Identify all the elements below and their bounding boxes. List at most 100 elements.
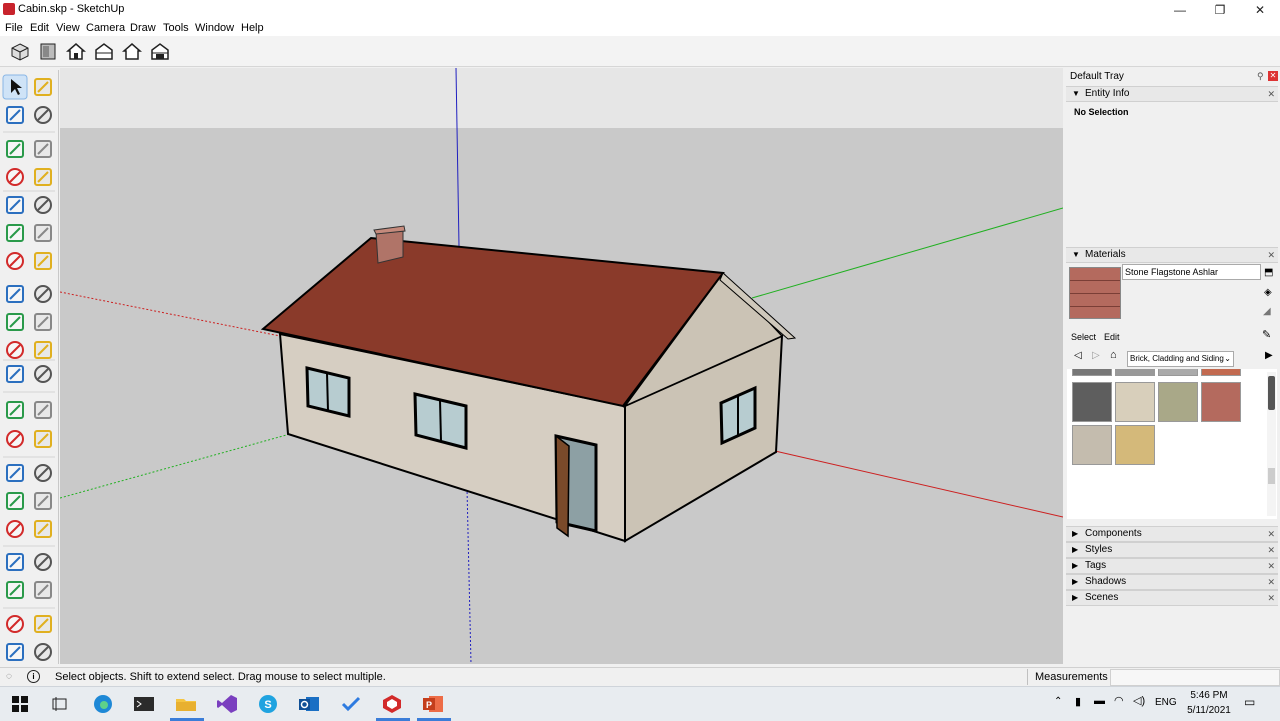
eyedropper-icon[interactable]: ✎ [1262,328,1271,341]
orbit-icon[interactable] [6,464,24,482]
menu-camera[interactable]: Camera [86,22,125,34]
swatch-scrollbar[interactable] [1267,372,1276,516]
chevron-up-icon[interactable]: ⌃ [1054,696,1062,707]
extension-manager-icon[interactable] [34,643,52,661]
task-view-icon[interactable] [49,694,71,714]
visual-studio-icon[interactable] [216,694,238,714]
extension-warehouse-icon[interactable] [34,615,52,633]
push-pull-icon[interactable] [34,285,52,303]
skype-icon[interactable]: S [257,694,279,714]
material-swatch[interactable] [1158,369,1198,376]
offset-icon[interactable] [34,341,52,359]
tab-edit[interactable]: Edit [1104,332,1120,342]
menu-draw[interactable]: Draw [130,22,156,34]
tape-measure-icon[interactable] [6,365,24,383]
move-icon[interactable] [6,285,24,303]
left-view-icon[interactable] [149,41,171,61]
details-arrow-icon[interactable]: ◢ [1263,306,1271,317]
details-icon[interactable]: ▶ [1265,350,1273,361]
zoom-icon[interactable] [6,492,24,510]
dimension-icon[interactable] [34,365,52,383]
outlook-icon[interactable] [298,694,320,714]
volume-icon[interactable]: ◁) [1133,694,1145,707]
circle-icon[interactable] [6,196,24,214]
modeling-viewport[interactable] [60,68,1063,664]
iso-view-icon[interactable] [9,41,31,61]
material-swatch[interactable] [1072,369,1112,376]
todo-icon[interactable] [340,694,362,714]
select-icon[interactable] [2,74,28,100]
menu-file[interactable]: File [5,22,23,34]
entity-info-header[interactable]: ▼ Entity Info ✕ [1066,86,1278,102]
clock-date[interactable]: 5/11/2021 [1184,705,1234,716]
material-name-field[interactable]: Stone Flagstone Ashlar [1122,264,1261,280]
scenes-header[interactable]: ▶ Scenes ✕ [1066,590,1278,606]
menu-help[interactable]: Help [241,22,264,34]
geo-location-icon[interactable]: ◌ [6,671,12,682]
look-around-icon[interactable] [34,553,52,571]
language-indicator[interactable]: ENG [1155,697,1177,708]
create-material-icon[interactable]: ⬒ [1264,267,1273,278]
panel-close-icon[interactable]: ✕ [1267,575,1275,589]
line-icon[interactable] [6,140,24,158]
material-swatch[interactable] [1072,382,1112,422]
clock-time[interactable]: 5:46 PM [1186,690,1232,701]
measurements-input[interactable] [1110,669,1280,686]
material-swatch[interactable] [1158,382,1198,422]
styles-header[interactable]: ▶ Styles ✕ [1066,542,1278,558]
edge-icon[interactable] [92,694,114,714]
panel-close-icon[interactable]: ✕ [1267,543,1275,557]
material-swatch[interactable] [1072,425,1112,465]
protractor-icon[interactable] [6,401,24,419]
rotate-icon[interactable] [6,313,24,331]
freehand-icon[interactable] [34,140,52,158]
text-icon[interactable] [34,401,52,419]
make-component-icon[interactable] [34,78,52,96]
walk-icon[interactable] [6,581,24,599]
panel-close-icon[interactable]: ✕ [1267,248,1275,262]
material-swatch[interactable] [1115,425,1155,465]
pan-icon[interactable] [34,464,52,482]
wifi-icon[interactable]: ◠ [1114,694,1124,707]
polygon-icon[interactable] [34,196,52,214]
follow-me-icon[interactable] [34,313,52,331]
info-icon[interactable]: i [27,670,40,683]
material-swatch[interactable] [1201,382,1241,422]
menu-tools[interactable]: Tools [163,22,189,34]
panel-close-icon[interactable]: ✕ [1267,87,1275,101]
minimize-icon[interactable]: — [1160,0,1200,20]
previous-view-icon[interactable] [34,520,52,538]
microphone-icon[interactable]: ▮ [1075,695,1081,708]
3d-warehouse-icon[interactable] [6,615,24,633]
back-view-icon[interactable] [121,41,143,61]
scrollbar-thumb[interactable] [1268,376,1275,410]
section-plane-icon[interactable] [34,581,52,599]
zoom-window-icon[interactable] [34,492,52,510]
menu-window[interactable]: Window [195,22,234,34]
paint-bucket-icon[interactable] [6,106,24,124]
top-view-icon[interactable] [37,41,59,61]
tab-select[interactable]: Select [1071,332,1096,342]
scale-icon[interactable] [6,341,24,359]
file-explorer-icon[interactable] [175,694,197,714]
zoom-extents-icon[interactable] [6,520,24,538]
tags-header[interactable]: ▶ Tags ✕ [1066,558,1278,574]
sketchup-icon[interactable] [381,694,403,714]
windows-start-icon[interactable] [12,696,28,712]
forward-arrow-icon[interactable]: ▷ [1092,350,1100,361]
notifications-icon[interactable]: ▭ [1244,695,1255,709]
tray-close-icon[interactable]: ✕ [1268,71,1278,81]
pin-icon[interactable]: ⚲ [1257,71,1264,82]
material-swatch[interactable] [1115,369,1155,376]
two-point-arc-icon[interactable] [34,224,52,242]
panel-close-icon[interactable]: ✕ [1267,527,1275,541]
sample-paint-icon[interactable]: ◈ [1264,287,1272,298]
rotated-rectangle-icon[interactable] [34,168,52,186]
restore-icon[interactable]: ❐ [1200,0,1240,20]
rectangle-icon[interactable] [6,168,24,186]
collection-dropdown[interactable]: Brick, Cladding and Siding ⌄ [1127,351,1234,367]
menu-edit[interactable]: Edit [30,22,49,34]
axes-icon[interactable] [6,430,24,448]
close-icon[interactable]: ✕ [1240,0,1280,20]
battery-icon[interactable]: ▬ [1094,695,1105,707]
